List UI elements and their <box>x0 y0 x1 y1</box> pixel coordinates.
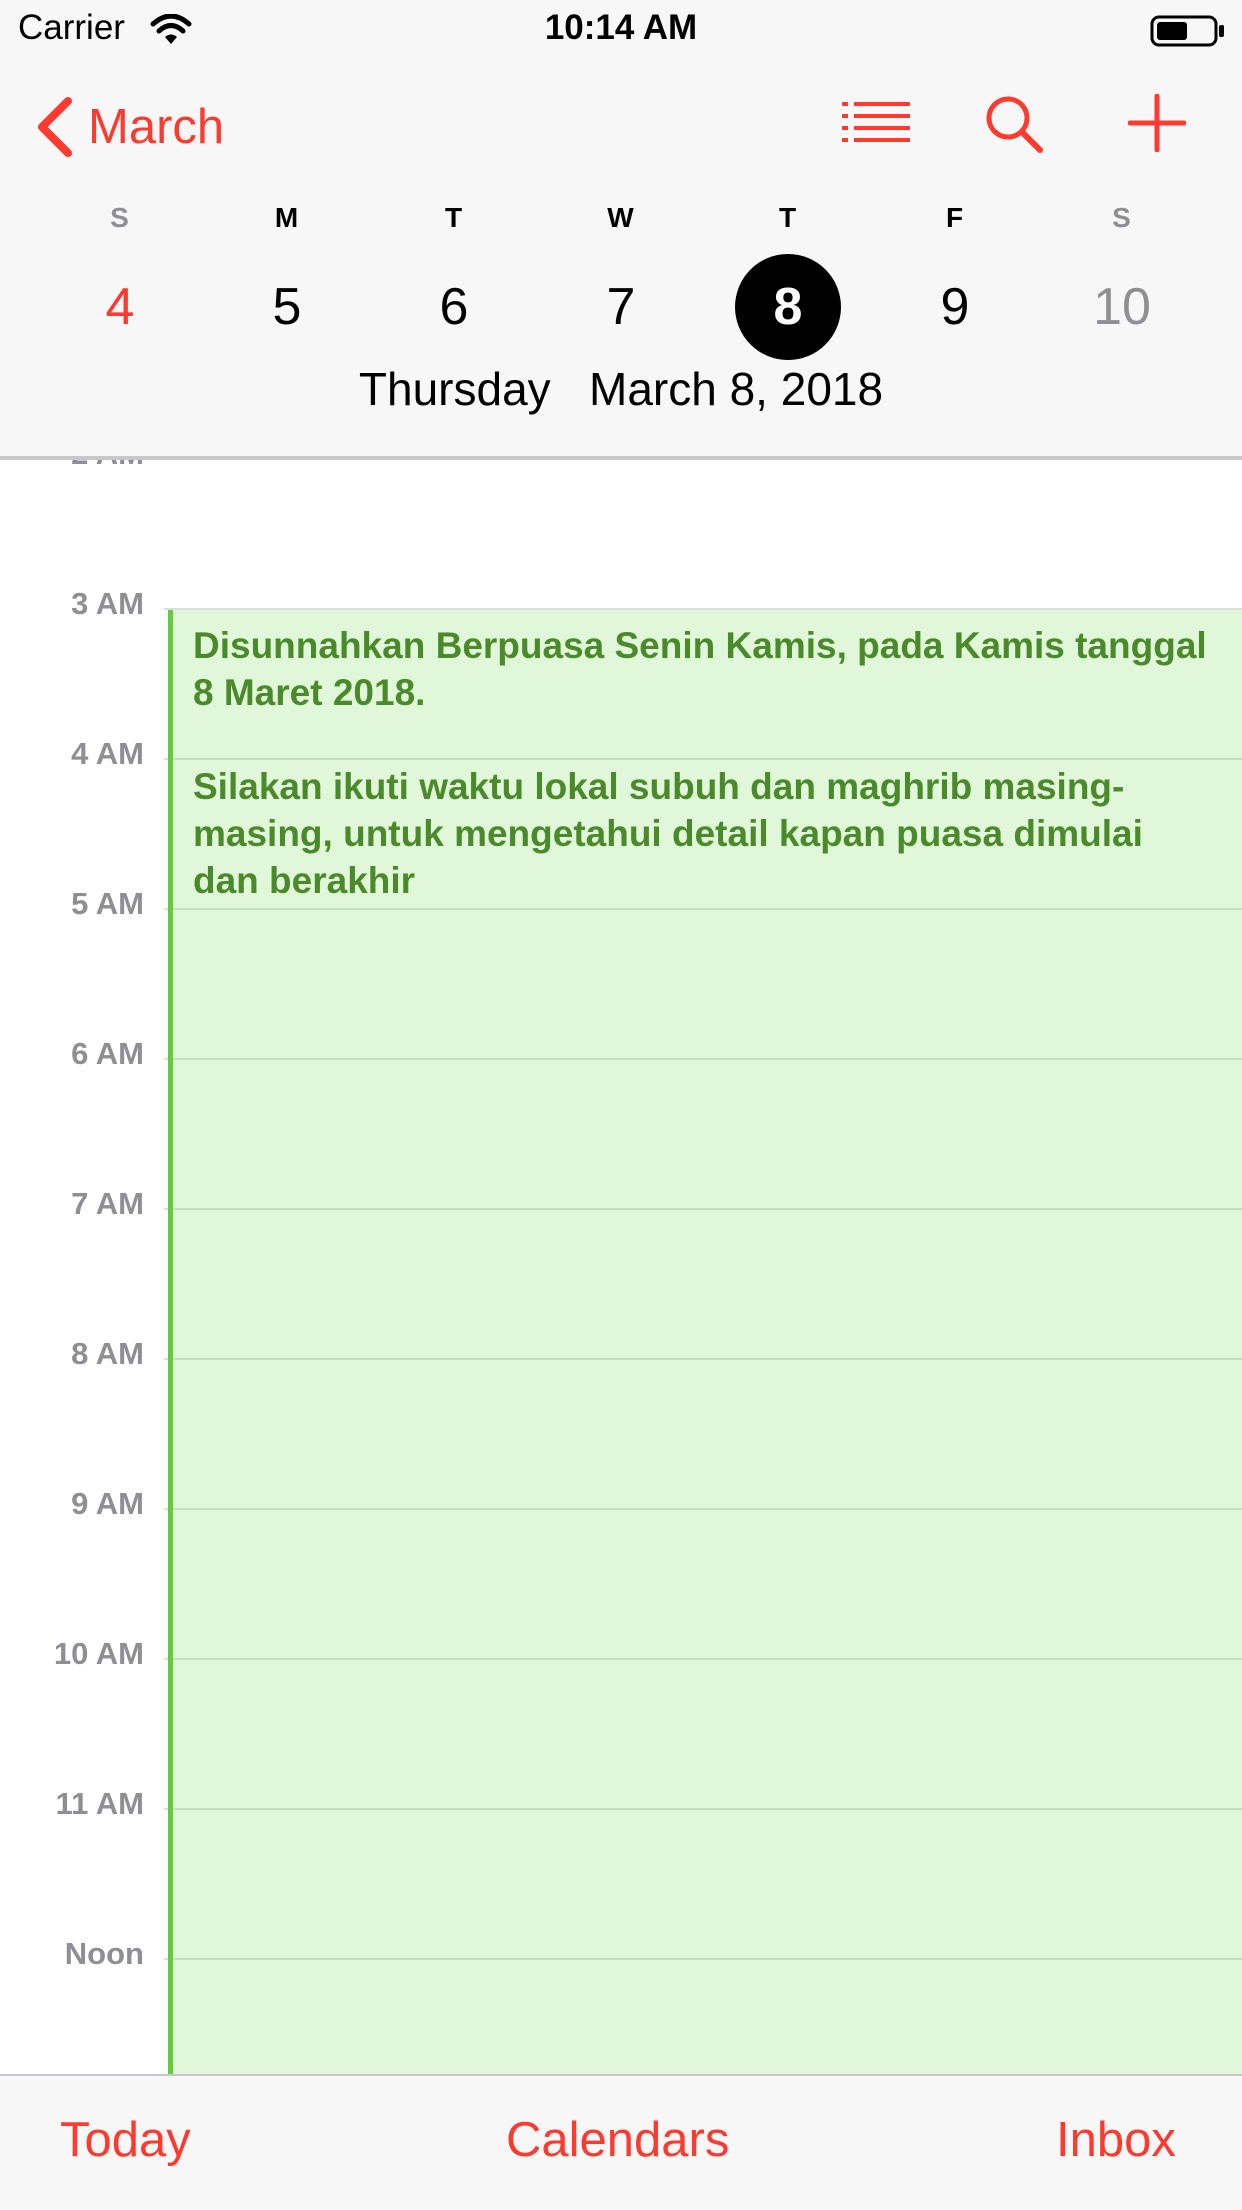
event-text: Disunnahkan Berpuasa Senin Kamis, pada K… <box>193 622 1217 904</box>
navigation-bar: March <box>0 62 1242 192</box>
add-event-icon[interactable] <box>1128 94 1186 152</box>
day-letter: M <box>274 202 299 233</box>
hour-label: 2 AM <box>71 458 144 472</box>
hour-label: Noon <box>64 1936 144 1971</box>
day-letter: S <box>110 202 129 233</box>
selected-date-title: Thursday March 8, 2018 <box>0 362 1242 416</box>
hour-label: 11 AM <box>55 1786 144 1821</box>
day-timeline[interactable]: 2 AM 3 AM 4 AM 5 AM 6 AM 7 AM 8 AM 9 AM 10 AM 11 … <box>0 458 1242 2074</box>
chevron-left-icon <box>38 97 72 157</box>
day-number-wrap: 6 <box>401 254 507 360</box>
event-notes: Silakan ikuti waktu lokal subuh dan magh… <box>193 766 1143 901</box>
inbox-button[interactable]: Inbox <box>1056 2112 1176 2168</box>
day-number-wrap: 10 <box>1069 254 1175 360</box>
day-letter: F <box>945 202 964 233</box>
week-day-5[interactable]: M5 <box>203 198 370 358</box>
day-number-wrap: 9 <box>902 254 1008 360</box>
selected-weekday: Thursday <box>358 363 551 415</box>
day-number: 10 <box>1093 278 1151 336</box>
week-day-4[interactable]: S4 <box>36 198 203 358</box>
week-day-6[interactable]: T6 <box>370 198 537 358</box>
search-icon[interactable] <box>984 94 1044 154</box>
hour-label: 9 AM <box>71 1486 144 1521</box>
week-day-8[interactable]: T8 <box>704 198 871 360</box>
week-day-10[interactable]: S 10 <box>1038 198 1205 358</box>
day-number-wrap: 5 <box>234 254 340 360</box>
back-to-month-button[interactable]: March <box>34 92 224 162</box>
hour-label: 10 AM <box>53 1636 144 1671</box>
hour-label: 8 AM <box>71 1336 144 1371</box>
week-strip: S 4 M 5 T 6 W 7 T 8 F 9 S 10 <box>0 198 1242 360</box>
week-day-9[interactable]: F9 <box>871 198 1038 358</box>
status-time: 10:14 AM <box>544 8 698 47</box>
battery-icon <box>1150 15 1224 47</box>
calendar-header: Carrier 10:14 AM March S 4 M 5 T 6 W 7 T… <box>0 0 1242 458</box>
back-label: March <box>88 100 225 154</box>
day-number: 4 <box>105 278 135 336</box>
hour-row: 2 AM <box>0 458 1242 488</box>
day-number: 6 <box>439 278 469 336</box>
day-number: 8 <box>773 278 803 336</box>
day-letter: T <box>444 202 463 233</box>
event-block[interactable]: Disunnahkan Berpuasa Senin Kamis, pada K… <box>168 610 1242 2074</box>
hour-label: 3 AM <box>71 586 144 621</box>
day-number: 7 <box>606 278 636 336</box>
today-button[interactable]: Today <box>60 2112 191 2168</box>
hour-label: 5 AM <box>71 886 144 921</box>
hour-divider <box>0 458 1242 460</box>
event-title: Disunnahkan Berpuasa Senin Kamis, pada K… <box>193 625 1207 713</box>
day-number-wrap: 4 <box>67 254 173 360</box>
list-view-icon[interactable] <box>842 100 910 146</box>
day-letter: S <box>1112 202 1131 233</box>
day-number-wrap: 7 <box>568 254 674 360</box>
week-day-7[interactable]: W7 <box>537 198 704 358</box>
day-number: 9 <box>940 278 970 336</box>
day-number: 5 <box>272 278 302 336</box>
day-letter: W <box>607 202 634 233</box>
status-bar: Carrier 10:14 AM <box>0 0 1242 62</box>
hour-label: 6 AM <box>71 1036 144 1071</box>
selected-day-circle: 8 <box>735 254 841 360</box>
hour-label: 7 AM <box>71 1186 144 1221</box>
tab-bar: Today Calendars Inbox <box>0 2074 1242 2210</box>
day-letter: T <box>778 202 797 233</box>
selected-date: March 8, 2018 <box>589 363 884 415</box>
hour-label: 4 AM <box>71 736 144 771</box>
calendars-button[interactable]: Calendars <box>506 2112 729 2168</box>
